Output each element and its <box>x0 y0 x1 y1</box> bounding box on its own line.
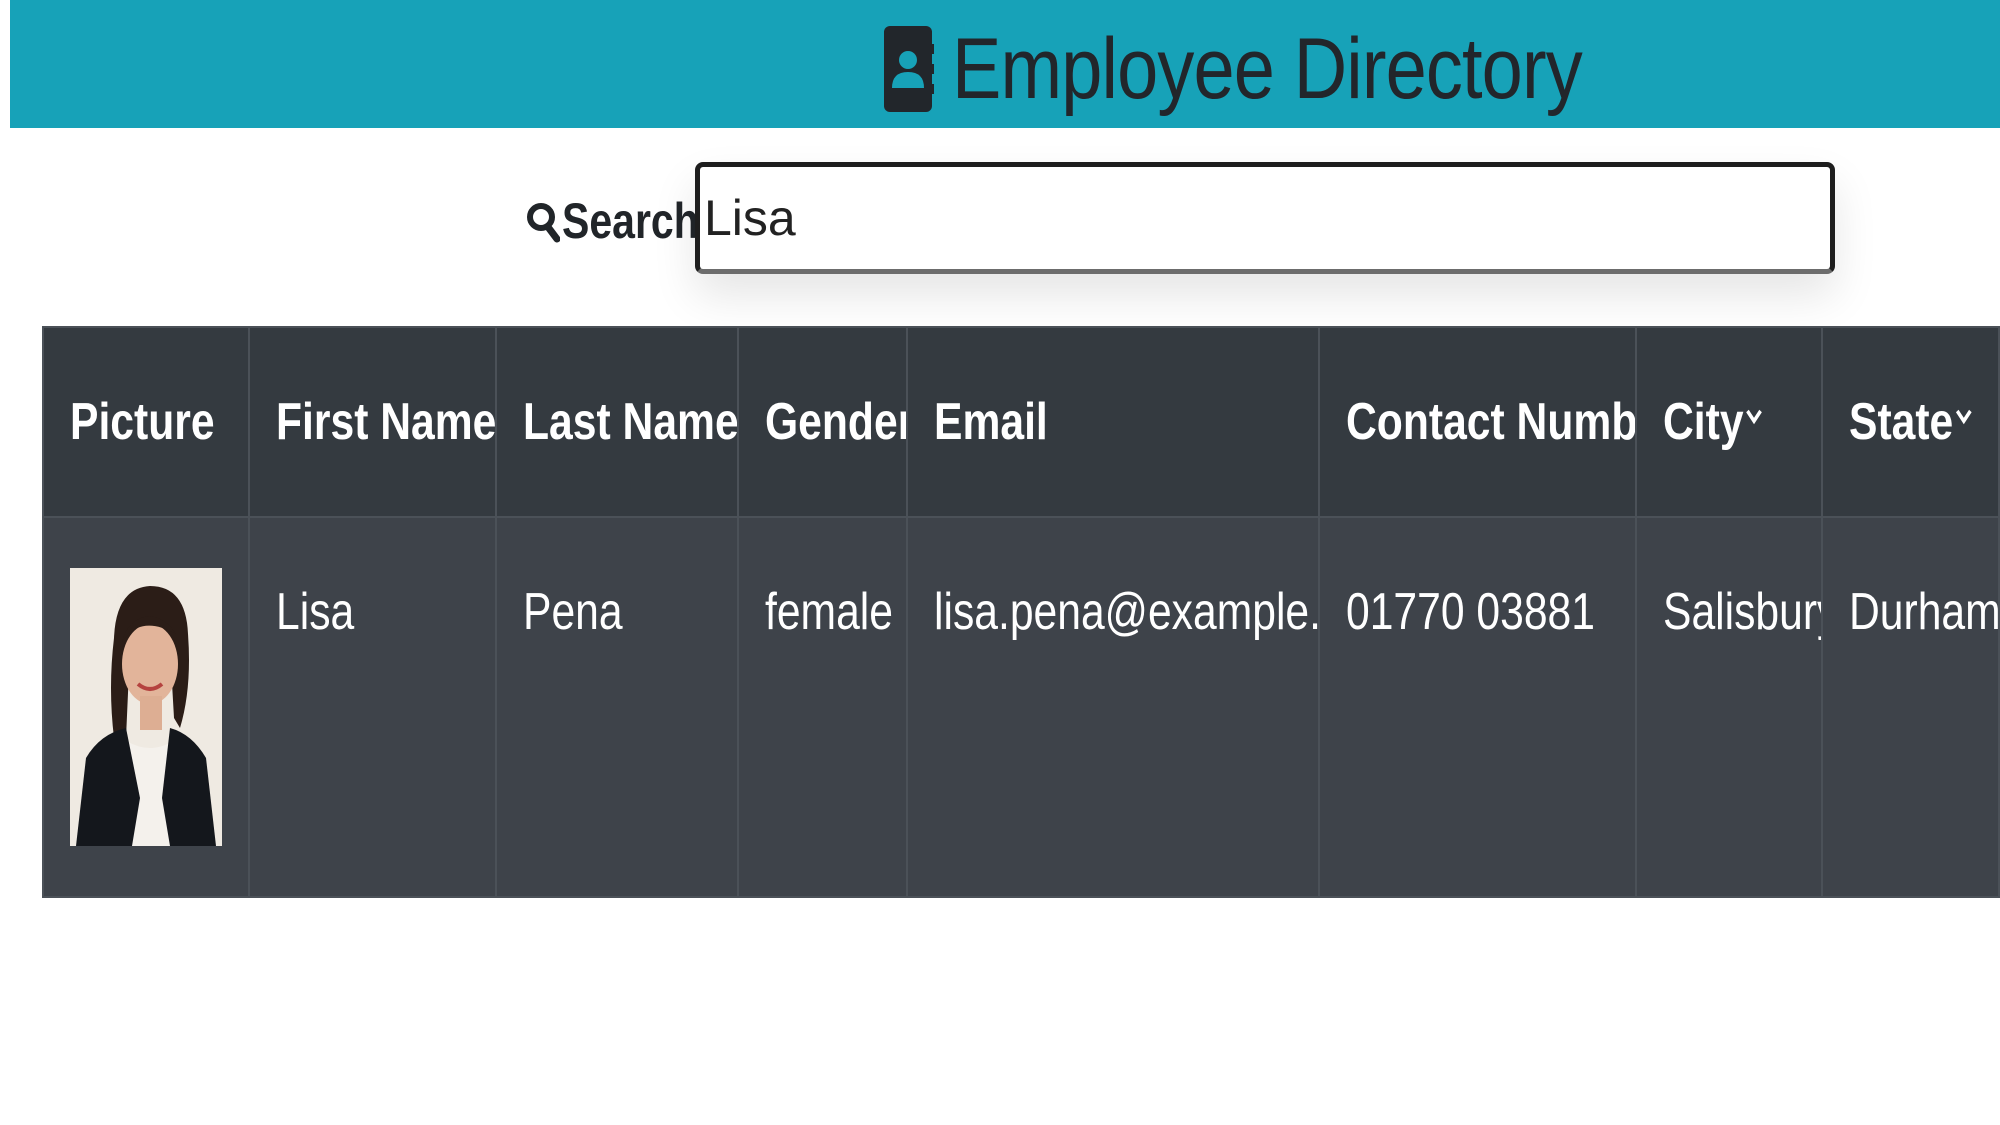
employee-directory-page: Employee Directory Search: Picture First… <box>0 0 2000 1125</box>
employee-table: Picture First Name Last Name Gender Emai… <box>42 326 2000 898</box>
chevron-down-icon[interactable] <box>1955 407 1973 425</box>
table-row: Lisa Pena female lisa.pena@example.com 0… <box>42 516 2000 898</box>
cell-last-name: Pena <box>495 516 739 898</box>
avatar <box>70 568 222 846</box>
column-header-first-name[interactable]: First Name <box>248 326 497 518</box>
cell-gender: female <box>737 516 908 898</box>
search-input[interactable] <box>695 162 1835 274</box>
column-header-gender: Gender <box>737 326 908 518</box>
cell-email: lisa.pena@example.com <box>906 516 1320 898</box>
search-label-text: Search: <box>562 193 713 249</box>
column-header-picture: Picture <box>42 326 250 518</box>
cell-contact-number: 01770 03881 <box>1318 516 1637 898</box>
cell-state: Durham <box>1821 516 2000 898</box>
column-header-contact-number: Contact Number <box>1318 326 1637 518</box>
cell-city: Salisbury <box>1635 516 1823 898</box>
cell-first-name: Lisa <box>248 516 497 898</box>
table-header-row: Picture First Name Last Name Gender Emai… <box>42 326 2000 518</box>
column-header-city[interactable]: City <box>1635 326 1823 518</box>
column-header-state[interactable]: State <box>1821 326 2000 518</box>
column-header-email: Email <box>906 326 1320 518</box>
chevron-down-icon[interactable] <box>1745 407 1763 425</box>
column-header-last-name[interactable]: Last Name <box>495 326 739 518</box>
search-icon <box>526 190 562 252</box>
address-book-icon <box>884 14 936 124</box>
cell-picture <box>42 516 250 898</box>
page-title: Employee Directory <box>952 21 1583 117</box>
header-brand: Employee Directory <box>884 10 1684 128</box>
